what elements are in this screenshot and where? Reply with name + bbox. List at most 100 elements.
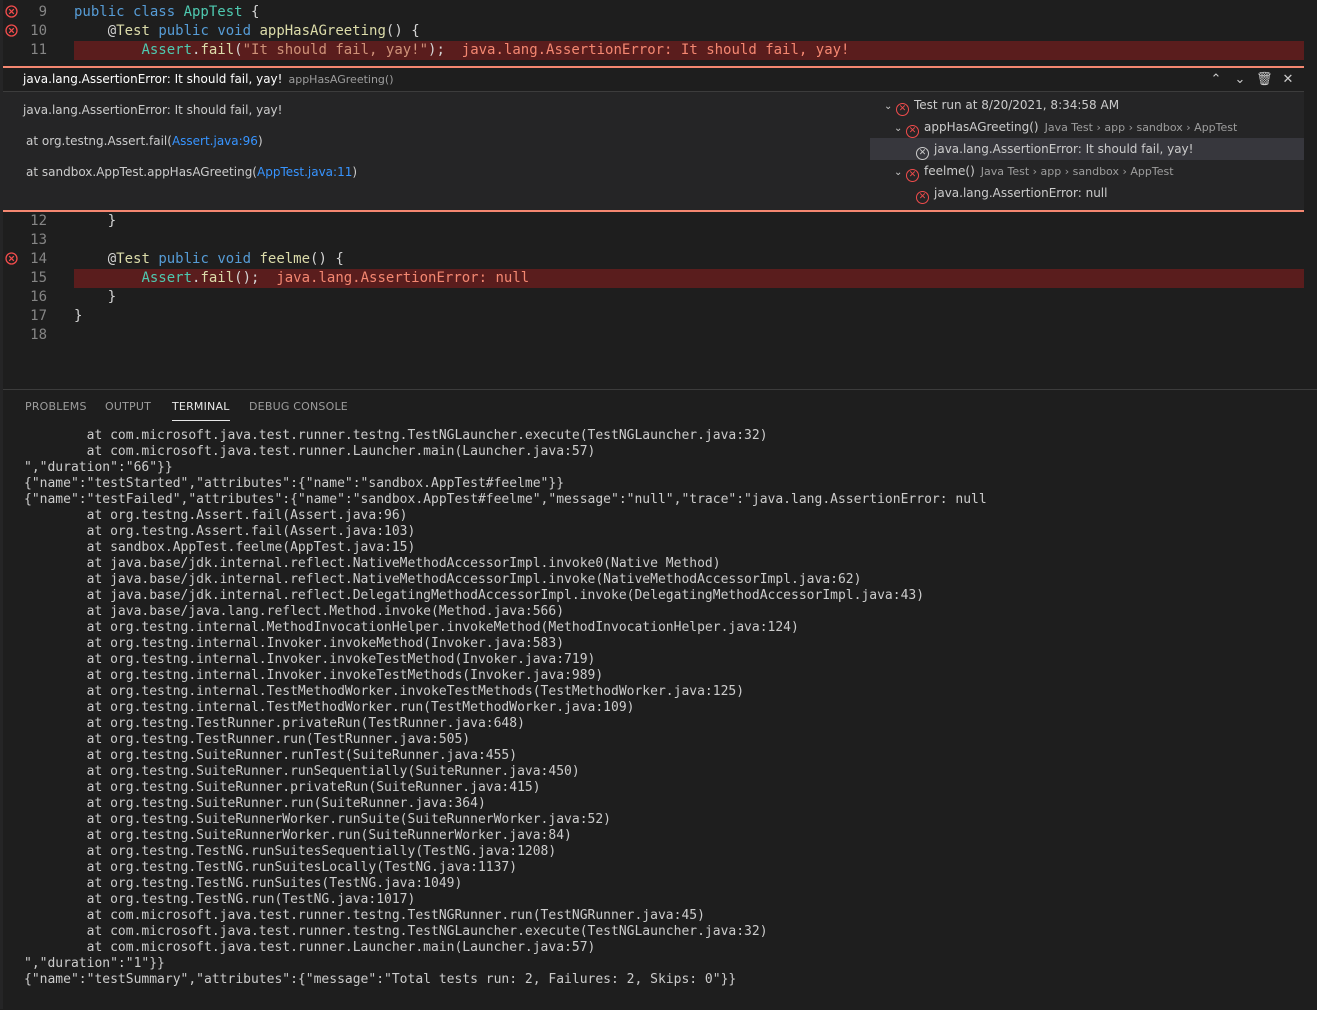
terminal-line: ","duration":"1"}} <box>24 956 165 971</box>
code-text: } <box>74 288 116 307</box>
code-line[interactable]: 11 Assert.fail("It should fail, yay!"); … <box>0 41 1317 60</box>
clear-results-icon[interactable]: 🗑 <box>1256 68 1273 91</box>
terminal-line: at org.testng.TestNG.runSuitesSequential… <box>24 844 557 859</box>
code-line[interactable]: 14 @Test public void feelme() { <box>0 250 1317 269</box>
code-token: @ <box>74 23 117 39</box>
code-line[interactable]: 17} <box>0 307 1317 326</box>
code-token: feelme <box>259 251 311 267</box>
peek-actions: ⌃ ⌄ 🗑 ✕ <box>1208 68 1296 91</box>
code-token: } <box>74 289 117 305</box>
terminal-line: at com.microsoft.java.test.runner.testng… <box>24 924 768 939</box>
bottom-panel: PROBLEMS OUTPUT TERMINAL DEBUG CONSOLE at c… <box>3 389 1317 1010</box>
code-line[interactable]: 18 <box>0 326 1317 345</box>
terminal-line: at org.testng.internal.Invoker.invokeTes… <box>24 652 596 667</box>
terminal-line: ","duration":"66"}} <box>24 460 173 475</box>
tree-item-label: java.lang.AssertionError: null <box>934 186 1108 200</box>
code-text: } <box>74 307 82 326</box>
stack-frame-link[interactable]: AppTest.java:11 <box>257 165 352 179</box>
terminal-line: {"name":"testFailed","attributes":{"name… <box>24 492 987 507</box>
code-token: () { <box>310 251 344 267</box>
terminal-line: at org.testng.TestRunner.run(TestRunner.… <box>24 732 471 747</box>
code-line[interactable]: 10 @Test public void appHasAGreeting() { <box>0 22 1317 41</box>
peek-header: java.lang.AssertionError: It should fail… <box>3 68 1304 92</box>
close-icon[interactable]: ✕ <box>1280 68 1296 91</box>
terminal-line: at java.base/jdk.internal.reflect.Delega… <box>24 588 925 603</box>
terminal-line: at java.base/jdk.internal.reflect.Native… <box>24 572 862 587</box>
tab-debug-console[interactable]: DEBUG CONSOLE <box>249 400 348 413</box>
line-number: 17 <box>30 308 47 324</box>
terminal-line: at org.testng.SuiteRunner.runSequentiall… <box>24 764 580 779</box>
code-token: ( <box>234 42 243 58</box>
terminal-line: at org.testng.Assert.fail(Assert.java:10… <box>24 524 416 539</box>
code-text: Assert.fail("It should fail, yay!"); jav… <box>74 41 849 60</box>
code-token: "It should fail, yay!" <box>242 42 429 58</box>
tab-terminal[interactable]: TERMINAL <box>172 400 230 421</box>
terminal-line: at org.testng.TestNG.run(TestNG.java:101… <box>24 892 416 907</box>
code-line[interactable]: 13 <box>0 231 1317 250</box>
tree-item[interactable]: ⌄ ✕ feelme() Java Test › app › sandbox › Ap… <box>870 160 1304 182</box>
tree-item[interactable]: ⌄ ✕ appHasAGreeting() Java Test › app › san… <box>870 116 1304 138</box>
stack-frame: at org.testng.Assert.fail(Assert.java:96… <box>26 134 263 148</box>
stack-frame-suffix: ) <box>257 134 263 148</box>
code-token: public void <box>158 23 260 39</box>
chevron-down-icon[interactable]: ⌄ <box>894 118 906 140</box>
tree-item[interactable]: ✕ java.lang.AssertionError: null <box>870 182 1304 204</box>
tree-item-label: appHasAGreeting() <box>924 120 1039 134</box>
panel-tabs: PROBLEMS OUTPUT TERMINAL DEBUG CONSOLE <box>3 390 1317 424</box>
line-number: 10 <box>30 23 47 39</box>
error-circle-icon: ✕ <box>906 169 919 182</box>
terminal-line: at org.testng.TestNG.runSuites(TestNG.ja… <box>24 876 463 891</box>
code-token: } <box>74 213 117 229</box>
code-text: public class AppTest { <box>74 3 259 22</box>
tree-item[interactable]: ⌄ ✕ Test run at 8/20/2021, 8:34:58 AM <box>870 94 1304 116</box>
terminal-line: at org.testng.SuiteRunnerWorker.run(Suit… <box>24 828 572 843</box>
code-line[interactable]: 16 } <box>0 288 1317 307</box>
peek-title-text: java.lang.AssertionError: It should fail… <box>23 72 283 86</box>
terminal-line: at org.testng.SuiteRunner.runTest(SuiteR… <box>24 748 518 763</box>
line-number: 14 <box>30 251 47 267</box>
tab-output[interactable]: OUTPUT <box>105 400 151 413</box>
stack-frame-link[interactable]: Assert.java:96 <box>172 134 258 148</box>
peek-subtitle: appHasAGreeting() <box>288 73 394 86</box>
terminal-line: at com.microsoft.java.test.runner.Launch… <box>24 940 596 955</box>
code-token: Assert <box>141 270 193 286</box>
line-number: 9 <box>38 4 47 20</box>
line-number: 15 <box>30 270 47 286</box>
terminal-line: at org.testng.TestNG.runSuitesLocally(Te… <box>24 860 518 875</box>
terminal-line: at org.testng.TestRunner.privateRun(Test… <box>24 716 525 731</box>
peek-title: java.lang.AssertionError: It should fail… <box>23 68 394 91</box>
terminal-line: at com.microsoft.java.test.runner.testng… <box>24 908 705 923</box>
code-line[interactable]: 12 } <box>0 212 1317 231</box>
error-circle-icon: ✕ <box>906 125 919 138</box>
terminal-line: at org.testng.internal.Invoker.invokeTes… <box>24 668 604 683</box>
chevron-down-icon[interactable]: ⌄ <box>884 96 896 118</box>
code-text: @Test public void appHasAGreeting() { <box>74 22 420 41</box>
peek-message: java.lang.AssertionError: It should fail… <box>23 103 283 117</box>
code-token: () { <box>385 23 420 39</box>
terminal-line: at org.testng.SuiteRunner.privateRun(Sui… <box>24 780 541 795</box>
stack-frame-text: at org.testng.Assert.fail( <box>26 134 172 148</box>
code-token: Test <box>116 23 159 39</box>
code-line[interactable]: 15 Assert.fail(); java.lang.AssertionErr… <box>0 269 1317 288</box>
line-number: 18 <box>30 327 47 343</box>
code-token: Test <box>116 251 159 267</box>
previous-failure-icon[interactable]: ⌃ <box>1208 68 1224 91</box>
code-token: AppTest <box>183 4 243 20</box>
terminal-line: at com.microsoft.java.test.runner.testng… <box>24 428 768 443</box>
inline-error-message: java.lang.AssertionError: It should fail… <box>444 42 850 58</box>
terminal-output[interactable]: at com.microsoft.java.test.runner.testng… <box>24 428 987 988</box>
chevron-down-icon[interactable]: ⌄ <box>894 162 906 184</box>
stack-frame: at sandbox.AppTest.appHasAGreeting(AppTe… <box>26 165 357 179</box>
tree-item[interactable]: ✕ java.lang.AssertionError: It should fai… <box>870 138 1304 160</box>
tree-item-label: feelme() <box>924 164 975 178</box>
code-text: } <box>74 212 116 231</box>
tree-item-label: java.lang.AssertionError: It should fail… <box>934 142 1194 156</box>
terminal-line: at org.testng.internal.MethodInvocationH… <box>24 620 799 635</box>
tab-problems[interactable]: PROBLEMS <box>25 400 87 413</box>
stack-frame-text: at sandbox.AppTest.appHasAGreeting( <box>26 165 257 179</box>
code-line[interactable]: 9 public class AppTest { <box>0 3 1317 22</box>
tree-item-description: Java Test › app › sandbox › AppTest <box>980 165 1174 178</box>
tree-item-description: Java Test › app › sandbox › AppTest <box>1044 121 1238 134</box>
next-failure-icon[interactable]: ⌄ <box>1232 68 1248 91</box>
